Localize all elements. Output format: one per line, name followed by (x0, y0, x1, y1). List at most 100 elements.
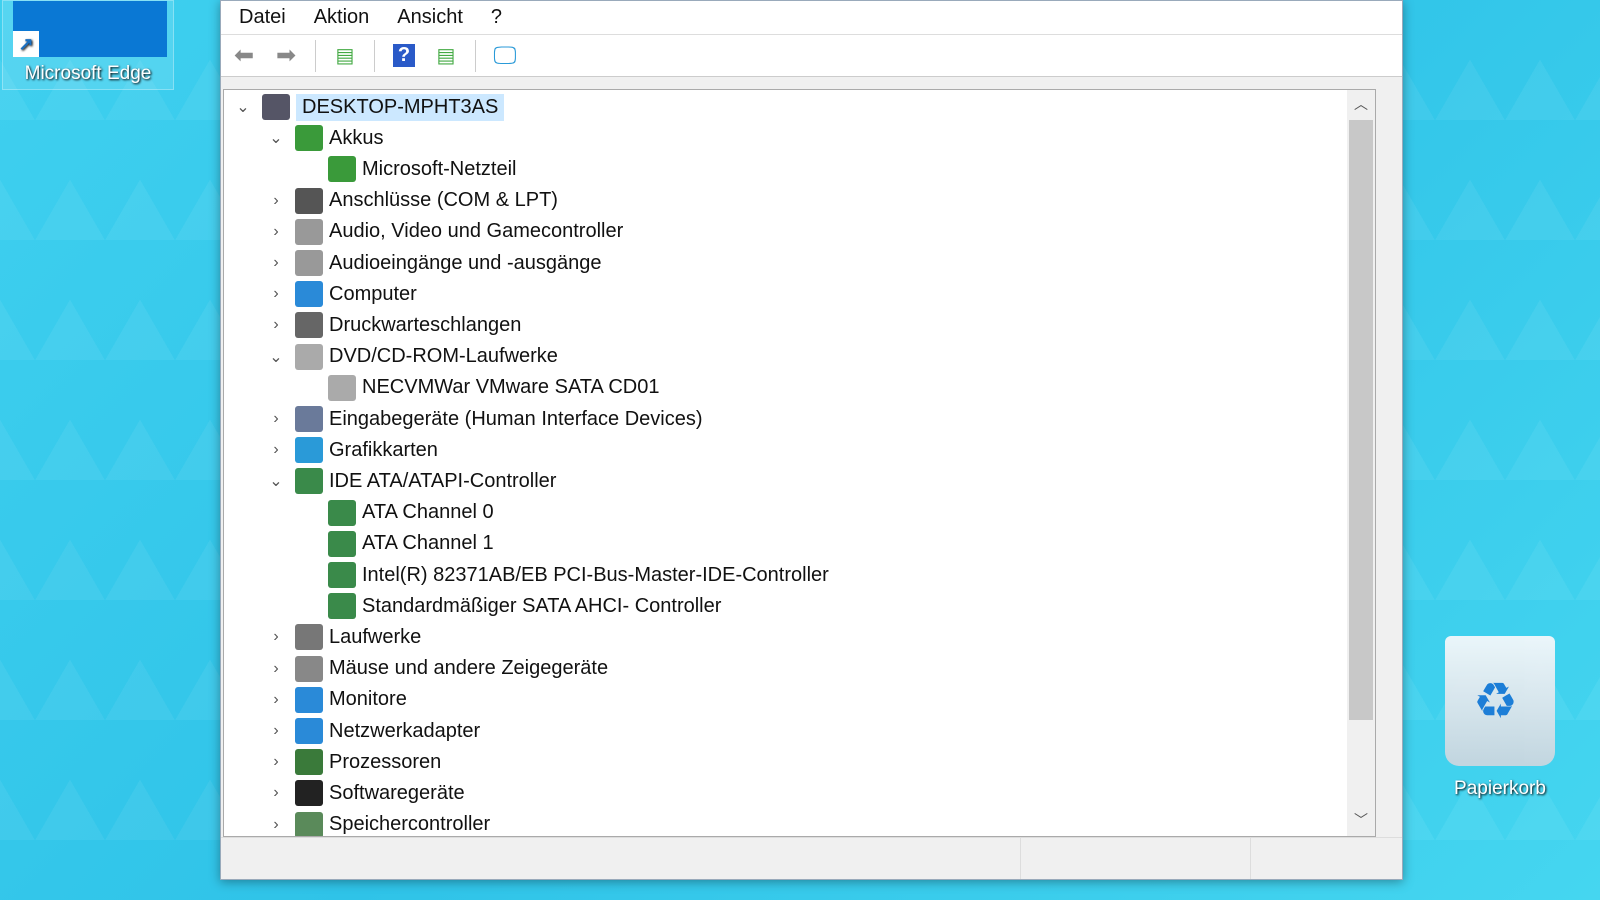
chevron-right-icon[interactable]: › (265, 753, 287, 771)
speaker-icon (295, 218, 323, 245)
disc-icon (328, 374, 356, 401)
status-bar (221, 837, 1402, 879)
controller-icon (295, 468, 323, 495)
mouse-icon (295, 655, 323, 682)
chevron-down-icon[interactable]: ⌄ (265, 347, 287, 367)
tree-item[interactable]: ATA Channel 0 (298, 498, 494, 528)
scan-hardware-icon[interactable]: 🖵 (488, 39, 522, 73)
toolbar-separator (374, 39, 375, 72)
device-tree: ︿ ﹀ ⌄ DESKTOP-MPHT3AS ⌄ Akkus Microsoft-Netz… (223, 89, 1376, 837)
tree-item[interactable]: › Mäuse und andere Zeigegeräte (265, 654, 608, 684)
tree-item[interactable]: › Prozessoren (265, 747, 441, 777)
tree-item[interactable]: › Druckwarteschlangen (265, 310, 521, 340)
chevron-right-icon[interactable]: › (265, 441, 287, 459)
tree-item[interactable]: › Softwaregeräte (265, 778, 465, 808)
tree-item[interactable]: › Audio, Video und Gamecontroller (265, 217, 623, 247)
chevron-right-icon[interactable]: › (265, 192, 287, 210)
shortcut-arrow-icon: ↗ (13, 31, 39, 57)
toolbar: ⬅ ➡ ▤ ? ▤ 🖵 (221, 35, 1402, 77)
controller-icon (328, 562, 356, 588)
toolbar-separator (315, 39, 316, 72)
tree-item-label: Speichercontroller (329, 813, 491, 836)
tree-item[interactable]: › Speichercontroller (265, 810, 491, 836)
scroll-down-icon[interactable]: ﹀ (1347, 810, 1375, 830)
tree-item[interactable]: › Eingabegeräte (Human Interface Devices) (265, 404, 703, 434)
chevron-right-icon[interactable]: › (265, 316, 287, 334)
desktop-icon-recycle-bin[interactable]: ♻ Papierkorb (1430, 636, 1570, 800)
tree-item-label: NECVMWar VMware SATA CD01 (362, 376, 660, 399)
edge-label: Microsoft Edge (24, 63, 152, 84)
tree-item[interactable]: ⌄ Akkus (265, 123, 383, 153)
tree-item[interactable]: ATA Channel 1 (298, 529, 494, 559)
tree-item[interactable]: › Audioeingänge und -ausgänge (265, 248, 601, 278)
tree-item[interactable]: Microsoft-Netzteil (298, 154, 516, 184)
tree-item-label: Druckwarteschlangen (329, 313, 522, 336)
show-hide-action-pane-icon[interactable]: ▤ (429, 39, 463, 73)
chevron-right-icon[interactable]: › (265, 223, 287, 241)
tree-item[interactable]: › Netzwerkadapter (265, 716, 480, 746)
controller-icon (328, 530, 356, 557)
tree-item[interactable]: Standardmäßiger SATA AHCI- Controller (298, 591, 721, 621)
tree-item-label: Softwaregeräte (329, 781, 465, 804)
help-icon[interactable]: ? (387, 39, 421, 73)
tree-item[interactable]: ⌄ DVD/CD-ROM-Laufwerke (265, 342, 558, 372)
tree-item[interactable]: NECVMWar VMware SATA CD01 (298, 373, 659, 403)
device-manager-window: Datei Aktion Ansicht ? ⬅ ➡ ▤ ? ▤ 🖵 ︿ ﹀ ⌄… (220, 0, 1403, 880)
storage-controller-icon (295, 811, 323, 836)
chevron-right-icon[interactable]: › (265, 285, 287, 303)
controller-icon (328, 499, 356, 526)
chevron-down-icon[interactable]: ⌄ (265, 128, 287, 148)
software-device-icon (295, 780, 323, 807)
tree-item-label: Monitore (329, 688, 407, 711)
chevron-right-icon[interactable]: › (265, 691, 287, 709)
chevron-right-icon[interactable]: › (265, 784, 287, 802)
chevron-right-icon[interactable]: › (265, 628, 287, 646)
chevron-down-icon[interactable]: ⌄ (265, 471, 287, 491)
disc-icon (295, 343, 323, 370)
tree-item-label: IDE ATA/ATAPI-Controller (329, 469, 557, 492)
tree-item-label: Microsoft-Netzteil (362, 157, 517, 180)
menu-help[interactable]: ? (491, 6, 502, 29)
menu-ansicht[interactable]: Ansicht (397, 6, 463, 29)
chevron-right-icon[interactable]: › (265, 722, 287, 740)
show-hide-console-tree-icon[interactable]: ▤ (328, 39, 362, 73)
hid-icon (295, 406, 323, 432)
menu-bar: Datei Aktion Ansicht ? (221, 1, 1402, 35)
tree-item[interactable]: ⌄ DESKTOP-MPHT3AS (232, 92, 505, 122)
chevron-right-icon[interactable]: › (265, 410, 287, 428)
printer-icon (295, 312, 323, 339)
display-adapter-icon (295, 437, 323, 464)
controller-icon (328, 593, 356, 620)
tree-item-label: Akkus (329, 126, 384, 149)
speaker-icon (295, 250, 323, 276)
chevron-right-icon[interactable]: › (265, 816, 287, 834)
tree-item-label: Computer (329, 282, 417, 305)
tree-item-label: ATA Channel 0 (362, 501, 494, 524)
vertical-scrollbar[interactable]: ︿ ﹀ (1347, 90, 1375, 836)
scroll-up-icon[interactable]: ︿ (1347, 94, 1375, 114)
tree-item[interactable]: › Grafikkarten (265, 435, 438, 465)
tree-item[interactable]: › Laufwerke (265, 622, 421, 652)
menu-datei[interactable]: Datei (239, 6, 286, 29)
menu-aktion[interactable]: Aktion (314, 6, 370, 29)
chevron-right-icon[interactable]: › (265, 254, 287, 272)
status-pane (221, 838, 1021, 879)
tree-item[interactable]: ⌄ IDE ATA/ATAPI-Controller (265, 466, 556, 496)
desktop-icon-edge[interactable]: ↗ Microsoft Edge (2, 0, 174, 90)
tree-item[interactable]: Intel(R) 82371AB/EB PCI-Bus-Master-IDE-C… (298, 560, 829, 590)
tree-item-label: Prozessoren (329, 750, 442, 773)
network-icon (295, 718, 323, 744)
chevron-down-icon[interactable]: ⌄ (232, 97, 254, 117)
tree-item[interactable]: › Computer (265, 279, 417, 309)
tree-item-label: DVD/CD-ROM-Laufwerke (329, 345, 558, 368)
tree-item[interactable]: › Monitore (265, 685, 407, 715)
monitor-icon (295, 281, 323, 308)
tree-item-label: Grafikkarten (329, 438, 438, 461)
forward-icon[interactable]: ➡ (269, 39, 303, 73)
back-icon[interactable]: ⬅ (227, 39, 261, 73)
battery-icon (295, 125, 323, 152)
recycle-bin-label: Papierkorb (1454, 778, 1546, 799)
tree-item[interactable]: › Anschlüsse (COM & LPT) (265, 186, 558, 216)
scrollbar-thumb[interactable] (1349, 120, 1373, 720)
chevron-right-icon[interactable]: › (265, 660, 287, 678)
